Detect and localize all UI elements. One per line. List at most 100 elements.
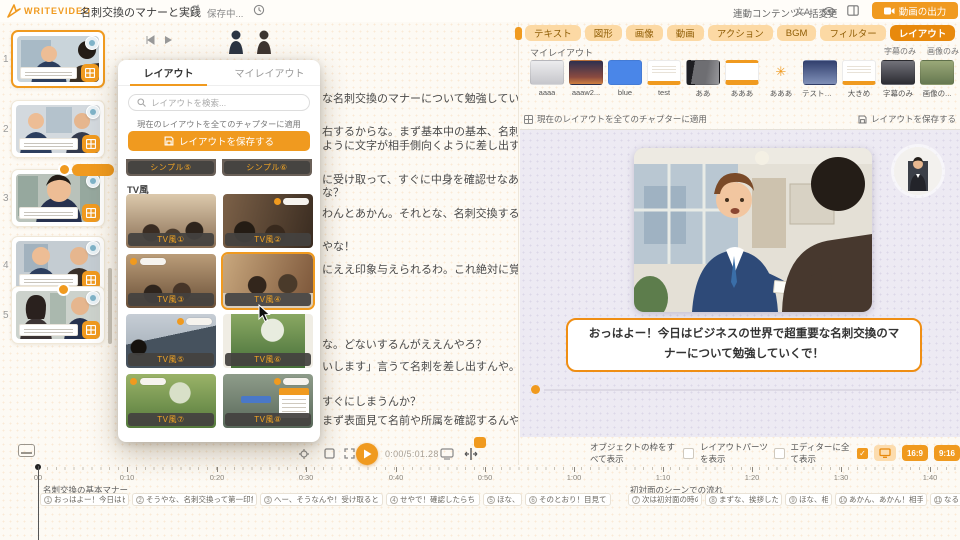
trim-cursor-icon[interactable] xyxy=(464,448,478,460)
script-line[interactable]: ように文字が相手側向くように差し出すん xyxy=(322,137,518,153)
chapter-card-2[interactable] xyxy=(11,100,105,158)
tv-layout-item[interactable]: TV風① xyxy=(126,194,216,248)
timeline-clip[interactable]: 3へー、そうなんや！受け取るときも両... xyxy=(260,493,383,506)
asset-tab-アクション[interactable]: アクション xyxy=(708,25,773,41)
presenter-avatar[interactable] xyxy=(894,147,942,195)
tv-layout-item[interactable]: TV風⑧ xyxy=(223,374,313,428)
timeline-clip[interactable]: 2そうやな、名刺交換って第一印象めっ... xyxy=(132,493,257,506)
history-icon[interactable] xyxy=(253,4,265,16)
chapter-layout-button[interactable] xyxy=(81,64,99,82)
refresh-icon[interactable] xyxy=(189,4,201,16)
timeline-clip[interactable]: 5ほな、相... xyxy=(483,493,522,506)
script-line[interactable]: な。どないするんがええんやろ？ xyxy=(322,336,487,352)
view-option-checkbox[interactable] xyxy=(683,448,694,459)
asset-tab-レイアウト[interactable]: レイアウト xyxy=(890,25,956,41)
chapter3-notification-dot[interactable] xyxy=(58,163,71,176)
asset-tab-BGM[interactable]: BGM xyxy=(777,25,817,41)
project-title[interactable]: 名刺交換のマナーと実践 xyxy=(80,4,201,20)
popup-apply-all-label[interactable]: 現在のレイアウトを全てのチャプターに適用 xyxy=(118,118,320,130)
ratio-9-16-button[interactable]: 9:16 xyxy=(934,445,960,461)
layout-preset[interactable]: test xyxy=(647,60,681,106)
script-line[interactable]: な？ xyxy=(322,184,344,200)
script-line[interactable]: な名刺交換のマナーについて勉強していく xyxy=(322,90,518,106)
preview-progress-track[interactable] xyxy=(544,389,956,391)
play-button[interactable] xyxy=(356,443,378,465)
chapter-card-1[interactable] xyxy=(11,30,105,88)
layout-preset[interactable]: あああ xyxy=(725,60,759,106)
clip-text: 次は初対面の時の... xyxy=(642,494,698,505)
asset-tab-テキスト[interactable]: テキスト xyxy=(525,25,581,41)
chapter-list-scrollbar[interactable] xyxy=(108,268,112,344)
ratio-16-9-button[interactable]: 16:9 xyxy=(902,445,928,461)
tv-layout-item[interactable]: TV風⑤ xyxy=(126,314,216,368)
skip-back-icon[interactable] xyxy=(145,35,155,45)
popup-save-layout-button[interactable]: レイアウトを保存する xyxy=(128,131,310,151)
layout-preset[interactable]: 大きめ xyxy=(842,60,876,106)
script-line[interactable]: やな！ xyxy=(322,238,355,254)
layout-preset[interactable]: テスト会社 xyxy=(803,60,837,106)
layout-preset[interactable]: ああ xyxy=(686,60,720,106)
visibility-icon[interactable] xyxy=(822,6,836,16)
translate-icon[interactable]: 文A xyxy=(795,5,810,18)
asset-tab-フィルター[interactable]: フィルター xyxy=(820,25,885,41)
layout-preset[interactable]: 画像の... xyxy=(920,60,954,106)
layout-columns-icon[interactable] xyxy=(847,5,859,16)
speaker2-avatar-icon[interactable] xyxy=(256,30,272,54)
preview-progress-handle[interactable] xyxy=(531,385,540,394)
timeline-clip[interactable]: 11なる... xyxy=(930,493,960,506)
timeline-clip[interactable]: 9ほな、相手... xyxy=(785,493,832,506)
timeline-clip[interactable]: 6そのとおり！目見て笑... xyxy=(525,493,611,506)
layout-preset[interactable]: aaaw2... xyxy=(569,60,603,106)
fullscreen-icon[interactable] xyxy=(344,448,355,459)
chapter-layout-button[interactable] xyxy=(82,321,100,339)
tab-scroll-indicator[interactable] xyxy=(515,27,522,40)
tv-layout-item[interactable]: TV風⑦ xyxy=(126,374,216,428)
layout-preset[interactable]: 字幕のみ xyxy=(881,60,915,106)
tv-layout-item[interactable]: TV風② xyxy=(223,194,313,248)
settings-gear-icon[interactable] xyxy=(298,448,310,460)
chapter-card-5[interactable] xyxy=(11,286,105,344)
asset-tab-画像[interactable]: 画像 xyxy=(626,25,663,41)
screenshot-icon[interactable] xyxy=(440,448,454,460)
apply-all-chapters[interactable]: 現在のレイアウトを全てのチャプターに適用 xyxy=(524,113,707,125)
chapter5-notification-dot[interactable] xyxy=(57,283,70,296)
timeline-clip[interactable]: 1おっはよー！今日はビ... xyxy=(40,493,129,506)
script-line[interactable]: すぐにしまうんか？ xyxy=(322,393,421,409)
stop-icon[interactable] xyxy=(324,448,335,459)
asset-tab-図形[interactable]: 図形 xyxy=(585,25,622,41)
script-line[interactable]: まず表面見て名前や所属を確認するんや。 xyxy=(322,412,518,428)
export-video-button[interactable]: 動画の出力 xyxy=(872,2,958,19)
timeline-clip[interactable]: 8まずな、挨拶した後... xyxy=(705,493,782,506)
simple-layout-item[interactable]: シンプル⑤ xyxy=(126,159,216,176)
panel-toggle-icon[interactable] xyxy=(18,444,35,457)
timeline-clip[interactable]: 7次は初対面の時の... xyxy=(628,493,702,506)
layout-preset[interactable]: blue xyxy=(608,60,642,106)
tv-layout-item[interactable]: TV風④ xyxy=(223,254,313,308)
script-line[interactable]: わんとあかん。それとな、名刺交換すると xyxy=(322,205,518,221)
save-layout-link[interactable]: レイアウトを保存する xyxy=(858,113,956,125)
subtitle-box[interactable]: おっはよー！今日はビジネスの世界で超重要な名刺交換のマナーについて勉強していくで… xyxy=(566,318,922,372)
layout-preset[interactable]: aaaa xyxy=(530,60,564,106)
timeline-clip[interactable]: 10あかん、あかん！相手の名... xyxy=(835,493,927,506)
view-option-checkbox[interactable]: ✓ xyxy=(857,448,868,459)
asset-tab-動画[interactable]: 動画 xyxy=(667,25,704,41)
script-line[interactable]: にええ印象与えられるわ。これ絶対に覚え xyxy=(322,261,518,277)
chapter-layout-button[interactable] xyxy=(82,204,100,222)
speaker1-avatar-icon[interactable] xyxy=(228,30,244,54)
layout-preset[interactable]: あああ xyxy=(764,60,798,106)
chapter-card-3[interactable] xyxy=(11,169,105,227)
simple-layout-item[interactable]: シンプル⑥ xyxy=(222,159,312,176)
timeline-clip[interactable]: 4せやで！確認したらちゃ... xyxy=(386,493,480,506)
play-small-icon[interactable] xyxy=(163,35,173,45)
tv-layout-item[interactable]: TV風③ xyxy=(126,254,216,308)
chapter-layout-button[interactable] xyxy=(82,135,100,153)
timeline[interactable]: 000:100:200:300:400:501:001:101:201:301:… xyxy=(0,465,960,540)
script-line[interactable]: いします」言うて名刺を差し出すんや。丁 xyxy=(322,358,518,374)
popup-tab-layout[interactable]: レイアウト xyxy=(118,60,219,85)
script-line[interactable]: に受け取って、すぐに中身を確認せなあ xyxy=(322,171,518,187)
screen-size-button[interactable] xyxy=(874,445,896,461)
layout-search-input[interactable]: レイアウトを検索... xyxy=(128,94,310,111)
popup-tab-my-layout[interactable]: マイレイアウト xyxy=(219,60,320,85)
video-preview-image[interactable] xyxy=(634,148,872,312)
view-option-checkbox[interactable] xyxy=(774,448,785,459)
